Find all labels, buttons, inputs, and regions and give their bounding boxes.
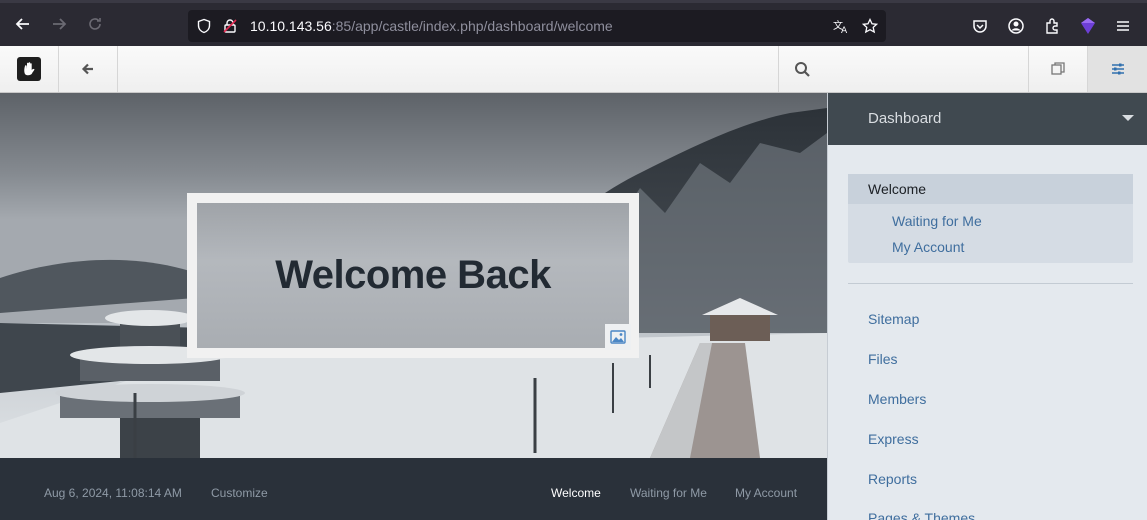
url-host: 10.10.143.56 — [250, 18, 332, 34]
dashboard-footer: Aug 6, 2024, 11:08:14 AM Customize Welco… — [0, 458, 827, 520]
translate-icon[interactable]: 文A — [833, 18, 849, 36]
hero-image: Welcome Back — [0, 93, 827, 458]
welcome-banner-inner: Welcome Back — [197, 203, 629, 348]
panel-divider — [848, 283, 1133, 284]
dashboard-settings-button[interactable] — [1088, 46, 1147, 92]
footer-link-waiting-for-me[interactable]: Waiting for Me — [630, 486, 707, 500]
panel-item-reports[interactable]: Reports — [868, 471, 917, 487]
dashboard-panel: Dashboard Welcome Waiting for Me My Acco… — [827, 93, 1147, 520]
url-text[interactable]: 10.10.143.56:85/app/castle/index.php/das… — [250, 18, 613, 34]
footer-link-my-account[interactable]: My Account — [735, 486, 797, 500]
svg-text:A: A — [841, 26, 848, 34]
cms-logo-button[interactable] — [0, 46, 59, 92]
sitemap-toggle-button[interactable] — [1029, 46, 1088, 92]
extensions-icon[interactable] — [1043, 17, 1061, 35]
customize-link[interactable]: Customize — [211, 486, 268, 500]
account-icon[interactable] — [1007, 17, 1025, 35]
insecure-lock-icon[interactable] — [222, 18, 238, 34]
footer-link-welcome[interactable]: Welcome — [551, 486, 601, 500]
panel-item-welcome[interactable]: Welcome — [868, 181, 926, 197]
forward-arrow-icon[interactable] — [46, 11, 72, 37]
change-image-button[interactable] — [605, 324, 631, 350]
search-icon — [795, 62, 810, 77]
shield-icon[interactable] — [196, 18, 212, 34]
panel-item-sitemap[interactable]: Sitemap — [868, 311, 919, 327]
sliders-icon — [1111, 63, 1124, 75]
cms-search-box — [778, 46, 1029, 92]
cms-toolbar — [0, 46, 1147, 93]
arrow-left-icon — [81, 63, 93, 75]
panel-header[interactable]: Dashboard — [828, 93, 1147, 145]
back-to-page-button[interactable] — [59, 46, 118, 92]
panel-item-files[interactable]: Files — [868, 351, 898, 367]
pocket-icon[interactable] — [971, 17, 989, 35]
welcome-title: Welcome Back — [275, 253, 551, 297]
reload-icon[interactable] — [82, 11, 108, 37]
concrete-logo-icon — [17, 57, 41, 81]
footer-timestamp: Aug 6, 2024, 11:08:14 AM — [44, 486, 182, 500]
url-path: :85/app/castle/index.php/dashboard/welco… — [331, 18, 613, 34]
panel-header-label: Dashboard — [868, 110, 942, 127]
cms-search-input[interactable] — [813, 56, 1013, 82]
browser-toolbar: 10.10.143.56:85/app/castle/index.php/das… — [0, 0, 1147, 46]
address-bar[interactable]: 10.10.143.56:85/app/castle/index.php/das… — [188, 10, 886, 42]
extension-purple-icon[interactable] — [1079, 17, 1097, 35]
menu-icon[interactable] — [1114, 17, 1132, 35]
caret-down-icon — [1122, 115, 1134, 121]
panel-item-members[interactable]: Members — [868, 391, 926, 407]
image-icon — [610, 330, 626, 344]
panel-item-pages-themes[interactable]: Pages & Themes — [868, 510, 975, 520]
copy-pages-icon — [1051, 62, 1065, 75]
welcome-banner: Welcome Back — [187, 193, 639, 358]
back-arrow-icon[interactable] — [10, 11, 36, 37]
panel-subitem-my-account[interactable]: My Account — [892, 239, 964, 255]
panel-item-express[interactable]: Express — [868, 431, 919, 447]
bookmark-star-icon[interactable] — [861, 17, 879, 34]
panel-subitem-waiting-for-me[interactable]: Waiting for Me — [892, 213, 982, 229]
